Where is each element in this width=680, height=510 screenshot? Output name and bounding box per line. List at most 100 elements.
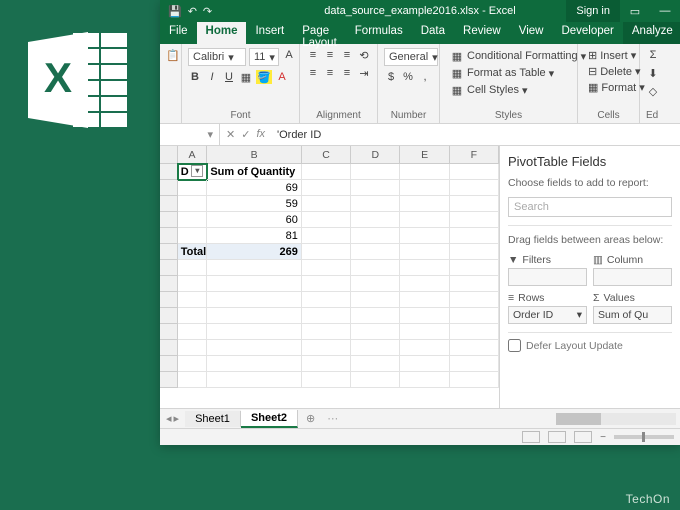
cell[interactable] [302, 164, 351, 180]
col-header-e[interactable]: E [400, 146, 449, 164]
cell[interactable] [400, 244, 449, 260]
align-left-icon[interactable]: ≡ [306, 66, 320, 80]
row-header[interactable] [160, 324, 178, 340]
cell[interactable] [351, 324, 400, 340]
tab-file[interactable]: File [160, 22, 197, 44]
tab-home[interactable]: Home [197, 22, 247, 44]
worksheet-grid[interactable]: A B C D E F D▾ Sum of Quantity 69 59 60 … [160, 146, 500, 408]
redo-icon[interactable]: ↷ [203, 5, 212, 18]
align-middle-icon[interactable]: ≡ [323, 48, 337, 62]
increase-font-icon[interactable]: A [282, 48, 296, 62]
cell[interactable] [302, 356, 351, 372]
cell[interactable] [450, 324, 499, 340]
minimize-icon[interactable]: — [650, 0, 680, 22]
conditional-formatting-button[interactable]: ▦Conditional Formatting ▾ [446, 48, 590, 64]
clear-icon[interactable]: ◇ [646, 84, 660, 98]
cell[interactable] [178, 324, 208, 340]
zoom-out-icon[interactable]: − [600, 432, 606, 443]
row-header[interactable] [160, 292, 178, 308]
cell[interactable] [450, 244, 499, 260]
cell[interactable] [178, 212, 208, 228]
cell[interactable]: 60 [207, 212, 302, 228]
cell[interactable] [351, 180, 400, 196]
cell-styles-button[interactable]: ▦Cell Styles ▾ [446, 82, 532, 98]
cell[interactable] [178, 340, 208, 356]
tab-formulas[interactable]: Formulas [346, 22, 412, 44]
save-icon[interactable]: 💾 [168, 5, 182, 18]
cell[interactable] [400, 276, 449, 292]
formula-input[interactable]: 'Order ID [271, 129, 680, 141]
cell[interactable] [178, 308, 208, 324]
pivot-columns-area[interactable]: ▥Column [593, 254, 672, 286]
row-header[interactable] [160, 244, 178, 260]
cell[interactable] [351, 260, 400, 276]
fill-color-icon[interactable]: 🪣 [256, 70, 272, 84]
tab-review[interactable]: Review [454, 22, 510, 44]
fill-icon[interactable]: ⬇ [646, 66, 660, 80]
cell[interactable] [302, 260, 351, 276]
cell[interactable]: 69 [207, 180, 302, 196]
align-bottom-icon[interactable]: ≡ [340, 48, 354, 62]
cell[interactable] [400, 196, 449, 212]
row-header[interactable] [160, 164, 178, 180]
cell[interactable] [178, 276, 208, 292]
cell[interactable] [302, 228, 351, 244]
cell[interactable] [302, 340, 351, 356]
row-header[interactable] [160, 340, 178, 356]
cell[interactable] [400, 308, 449, 324]
cell[interactable] [400, 212, 449, 228]
tab-data[interactable]: Data [412, 22, 454, 44]
select-all-corner[interactable] [160, 146, 178, 164]
row-header[interactable] [160, 228, 178, 244]
cell[interactable] [450, 292, 499, 308]
cell[interactable] [450, 196, 499, 212]
cell[interactable] [207, 356, 302, 372]
cell[interactable] [351, 228, 400, 244]
horizontal-scrollbar[interactable] [556, 413, 676, 425]
sheet-nav-prev-icon[interactable]: ◂ [166, 412, 172, 425]
cell[interactable] [351, 292, 400, 308]
row-header[interactable] [160, 308, 178, 324]
zoom-slider[interactable] [614, 435, 674, 439]
autosum-icon[interactable]: Σ [646, 48, 660, 62]
cell[interactable] [400, 372, 449, 388]
cell[interactable] [351, 356, 400, 372]
row-header[interactable] [160, 372, 178, 388]
comma-icon[interactable]: , [418, 70, 432, 84]
cell[interactable] [351, 212, 400, 228]
cell[interactable]: 59 [207, 196, 302, 212]
indent-icon[interactable]: ⇥ [357, 66, 371, 80]
cell[interactable]: 81 [207, 228, 302, 244]
cell[interactable] [178, 260, 208, 276]
cell[interactable] [400, 292, 449, 308]
cell-total-value[interactable]: 269 [207, 244, 302, 260]
tab-page-layout[interactable]: Page Layout [293, 22, 346, 44]
cell[interactable] [178, 372, 208, 388]
number-format-select[interactable]: General▾ [384, 48, 438, 66]
cell[interactable] [178, 180, 208, 196]
cell-b1[interactable]: Sum of Quantity [207, 164, 302, 180]
cell[interactable] [207, 340, 302, 356]
pivot-filters-area[interactable]: ▼Filters [508, 254, 587, 286]
cell[interactable] [302, 276, 351, 292]
cell[interactable] [302, 324, 351, 340]
col-header-c[interactable]: C [302, 146, 351, 164]
delete-cells-button[interactable]: ⊟ Delete ▾ [584, 64, 645, 79]
cell[interactable] [178, 292, 208, 308]
align-center-icon[interactable]: ≡ [323, 66, 337, 80]
pivot-rows-area[interactable]: ≡Rows Order ID▾ [508, 292, 587, 324]
filter-dropdown-icon[interactable]: ▾ [191, 165, 203, 177]
sheet-tab-1[interactable]: Sheet1 [185, 411, 241, 427]
row-header[interactable] [160, 356, 178, 372]
signin-button[interactable]: Sign in [566, 0, 620, 22]
cell[interactable] [207, 276, 302, 292]
cell[interactable] [450, 372, 499, 388]
underline-button[interactable]: U [222, 70, 236, 84]
border-icon[interactable]: ▦ [239, 70, 253, 84]
undo-icon[interactable]: ↶ [188, 5, 197, 18]
cell-a1[interactable]: D▾ [178, 164, 208, 180]
cell[interactable] [400, 164, 449, 180]
tab-view[interactable]: View [510, 22, 553, 44]
cell[interactable] [207, 292, 302, 308]
cell[interactable] [351, 276, 400, 292]
